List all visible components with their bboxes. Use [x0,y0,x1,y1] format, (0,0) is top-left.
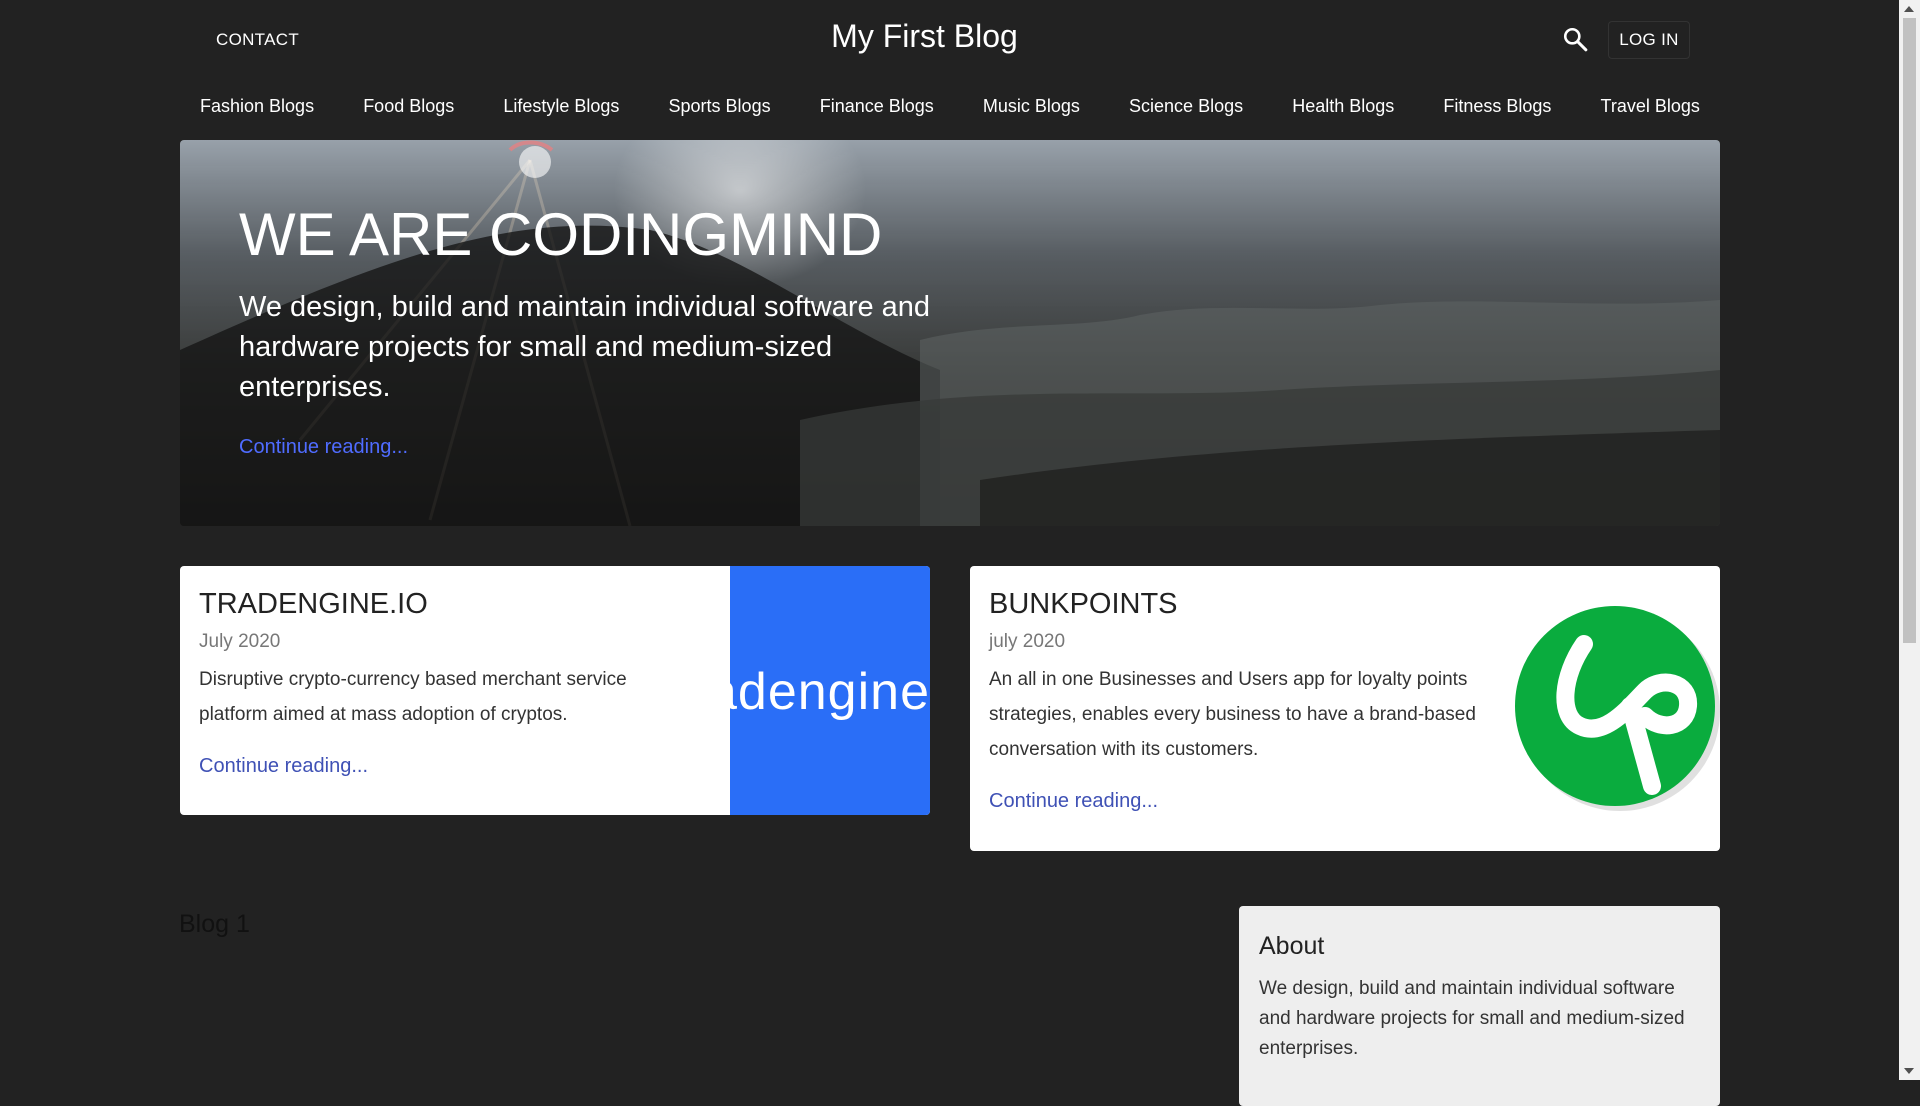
blog-section-title: Blog 1 [179,910,250,938]
card-excerpt: An all in one Businesses and Users app f… [989,669,1476,760]
card-date: july 2020 [989,631,1066,652]
about-text: We design, build and maintain individual… [1259,978,1685,1059]
card-continue-reading-link[interactable]: Continue reading... [199,755,368,778]
featured-card-bunkpoints[interactable]: BUNKPOINTS july 2020 An all in one Busin… [970,566,1720,851]
nav-item-science[interactable]: Science Blogs [1129,96,1243,126]
nav-item-travel[interactable]: Travel Blogs [1601,96,1700,126]
category-nav: Fashion Blogs Food Blogs Lifestyle Blogs… [180,96,1720,126]
tradengine-logo-text: adengine [730,663,930,721]
scroll-down-arrow-icon[interactable] [1904,1068,1914,1074]
search-icon[interactable] [1562,26,1588,52]
card-excerpt: Disruptive crypto-currency based merchan… [199,669,627,725]
hero-description: We design, build and maintain individual… [239,291,931,403]
hero-banner: WE ARE CODINGMIND We design, build and m… [180,140,1720,526]
card-continue-reading-link[interactable]: Continue reading... [989,790,1158,813]
nav-item-fitness[interactable]: Fitness Blogs [1443,96,1551,126]
nav-item-health[interactable]: Health Blogs [1292,96,1394,126]
nav-item-lifestyle[interactable]: Lifestyle Blogs [503,96,619,126]
vertical-scrollbar[interactable] [1899,0,1920,1080]
bunkpoints-logo-image [1515,606,1720,811]
about-title: About [1259,932,1325,960]
about-sidebar: About We design, build and maintain indi… [1239,906,1720,1106]
scroll-up-arrow-icon[interactable] [1904,6,1914,12]
hero-continue-reading-link[interactable]: Continue reading... [239,436,408,459]
card-date: July 2020 [199,631,281,652]
card-title[interactable]: BUNKPOINTS [989,588,1178,621]
card-title[interactable]: TRADENGINE.IO [199,588,428,621]
featured-card-tradengine[interactable]: TRADENGINE.IO July 2020 Disruptive crypt… [180,566,930,815]
nav-item-sports[interactable]: Sports Blogs [669,96,771,126]
page: CONTACT My First Blog LOG IN Fashion Blo… [0,0,1899,1106]
tradengine-logo-image: adengine [730,566,930,815]
scrollbar-thumb[interactable] [1903,18,1916,643]
nav-item-finance[interactable]: Finance Blogs [820,96,934,126]
hero-title: WE ARE CODINGMIND [239,201,883,268]
nav-item-music[interactable]: Music Blogs [983,96,1080,126]
nav-item-fashion[interactable]: Fashion Blogs [200,96,314,126]
login-button[interactable]: LOG IN [1608,21,1690,59]
nav-item-food[interactable]: Food Blogs [363,96,454,126]
